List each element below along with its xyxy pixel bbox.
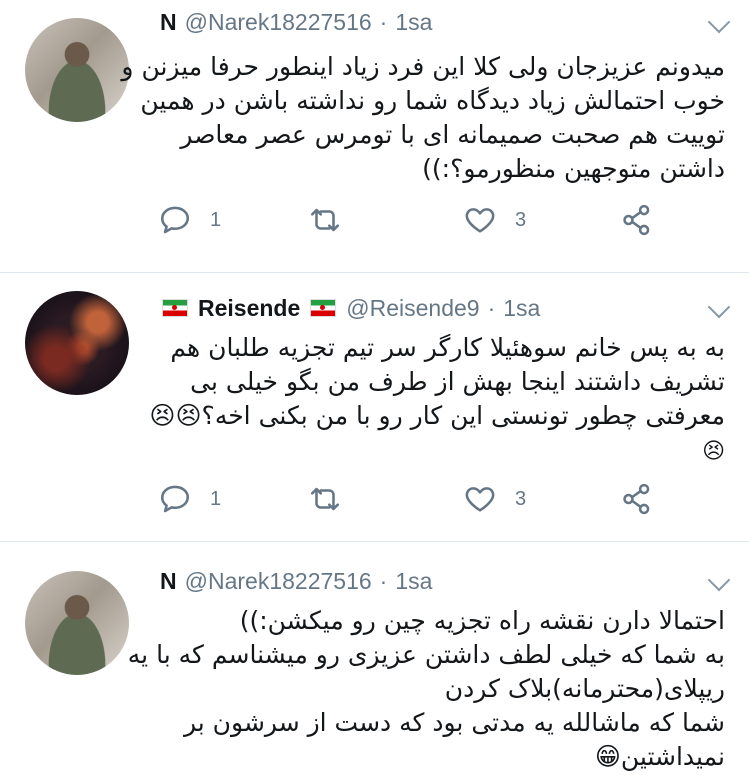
reply-button[interactable]: 1 [158,203,221,237]
tweet-text-line: معرفتی چطور تونستی این کار رو با من بکنی… [149,401,725,430]
author-handle[interactable]: @Narek18227516 [185,568,372,595]
iran-flag-icon [162,299,188,317]
tweet-text-line: شما که ماشالله یه مدتی بود که دست از سرش… [183,708,725,737]
reply-count: 1 [210,208,222,231]
heart-icon [465,208,495,233]
tweet-3[interactable]: N @Narek18227516 · 1sa احتمالا دارن نقشه… [0,542,749,782]
tweet-text-line: تشریف داشتند اینجا بهش از طرف من بگو خیل… [190,367,725,396]
chevron-down-icon[interactable] [707,295,731,319]
tweet-header: N @Narek18227516 · 1sa [160,563,432,599]
retweet-button[interactable] [308,203,342,237]
author-name[interactable]: Reisende [198,295,300,322]
tweet-text: احتمالا دارن نقشه راه تجزیه چین رو میکشن… [127,604,725,774]
tweet-text-line: به شما که خیلی لطف داشتن عزیزی رو میشناس… [127,640,725,669]
tweet-header: N @Narek18227516 · 1sa [160,4,432,40]
tweet-text-line: احتمالا دارن نقشه راه تجزیه چین رو میکشن… [239,606,725,635]
chevron-down-icon[interactable] [707,10,731,34]
author-handle[interactable]: @Reisende9 [346,295,479,322]
reply-count: 1 [210,487,222,510]
avatar[interactable] [25,571,129,675]
share-button[interactable] [620,203,654,237]
timestamp[interactable]: 1sa [503,295,540,322]
tweet-actions: 1 3 [158,482,658,522]
reply-icon [160,485,190,513]
tweet-text-line: به به پس خانم سوهئیلا کارگر سر تیم تجزیه… [170,333,725,362]
tweet-text-line: خوب احتمالش زیاد دیدگاه شما رو نداشته با… [140,86,725,115]
avatar[interactable] [25,18,129,122]
share-icon [623,483,650,515]
share-button[interactable] [620,482,654,516]
reply-button[interactable]: 1 [158,482,221,516]
tweet-text-line: ریپلای(محترمانه)بلاک کردن [444,674,725,703]
separator-dot: · [379,8,388,35]
like-button[interactable]: 3 [463,203,526,237]
tweet-2[interactable]: Reisende @Reisende9 · 1sa به به پس خانم … [0,273,749,538]
tweet-actions: 1 3 [158,203,658,243]
tweet-text-line: نمیداشتین😁 [594,742,725,771]
tweet-text: به به پس خانم سوهئیلا کارگر سر تیم تجزیه… [149,331,725,467]
author-name[interactable]: N [160,568,177,595]
like-button[interactable]: 3 [463,482,526,516]
tweet-text-line: توییت هم صحبت صمیمانه ای با تومرس عصر مع… [180,120,725,149]
persevering-face-emoji: 😣 [702,439,725,464]
like-count: 3 [515,487,527,510]
iran-flag-icon [310,299,337,317]
reply-icon [160,206,190,234]
tweet-text: میدونم عزیزجان ولی کلا این فرد زیاد اینط… [121,50,725,186]
separator-dot: · [379,567,388,594]
tweet-text-line: داشتن متوجهین منظورمو؟:)) [422,154,725,183]
separator-dot: · [487,294,496,321]
timestamp[interactable]: 1sa [395,568,432,595]
tweet-text-line: میدونم عزیزجان ولی کلا این فرد زیاد اینط… [121,52,725,81]
chevron-down-icon[interactable] [707,568,731,592]
author-name[interactable]: N [160,9,177,36]
heart-icon [465,487,495,512]
retweet-button[interactable] [308,482,342,516]
like-count: 3 [515,208,527,231]
retweet-icon [310,487,340,511]
tweet-text-line: 😣 [150,433,725,467]
share-icon [623,204,650,236]
timestamp[interactable]: 1sa [395,9,432,36]
tweet-1[interactable]: N @Narek18227516 · 1sa میدونم عزیزجان ول… [0,0,749,270]
author-handle[interactable]: @Narek18227516 [185,9,372,36]
tweet-header: Reisende @Reisende9 · 1sa [160,290,540,326]
retweet-icon [310,208,340,232]
avatar[interactable] [25,291,129,395]
